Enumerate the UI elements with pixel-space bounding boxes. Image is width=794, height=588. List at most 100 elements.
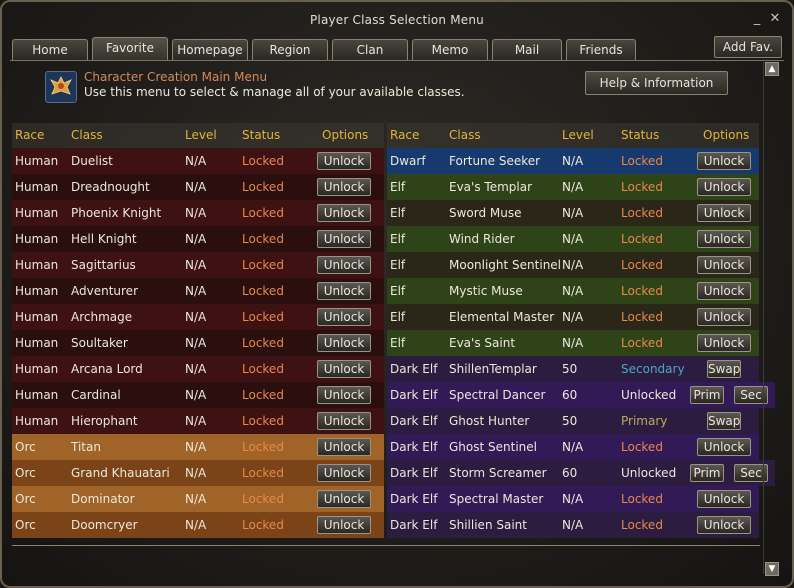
cell-status: Locked (621, 284, 663, 298)
table-row: Human Cardinal N/A Locked Unlock (12, 382, 384, 408)
cell-class: Soultaker (71, 336, 128, 350)
unlock-button[interactable]: Unlock (317, 152, 371, 170)
unlock-button[interactable]: Unlock (697, 256, 751, 274)
cell-status: Locked (621, 440, 663, 454)
cell-level: 60 (562, 466, 578, 480)
table-row: Dark Elf Shillien Saint N/A Locked Unlock (387, 512, 759, 538)
tab-mail[interactable]: Mail (492, 39, 562, 60)
cell-race: Elf (390, 336, 406, 350)
cell-status: Locked (242, 440, 284, 454)
tab-homepage[interactable]: Homepage (172, 39, 248, 60)
cell-race: Human (15, 388, 59, 402)
unlock-button[interactable]: Unlock (317, 230, 371, 248)
cell-level: N/A (562, 518, 584, 532)
player-class-selection-window: Player Class Selection Menu _ ✕ Home Fav… (0, 0, 794, 588)
unlock-button[interactable]: Unlock (317, 334, 371, 352)
help-information-button[interactable]: Help & Information (585, 71, 728, 95)
cell-status: Unlocked (621, 466, 677, 480)
cell-race: Orc (15, 518, 36, 532)
unlock-button[interactable]: Unlock (697, 230, 751, 248)
cell-level: 50 (562, 362, 578, 376)
unlock-button[interactable]: Unlock (317, 412, 371, 430)
table-row: Dark Elf Storm Screamer 60 Unlocked Prim Sec (387, 460, 775, 486)
cell-status: Locked (242, 310, 284, 324)
unlock-button[interactable]: Unlock (697, 334, 751, 352)
prim-button[interactable]: Prim (690, 386, 724, 404)
cell-class: Storm Screamer (449, 466, 547, 480)
tab-bar: Home Favorite Homepage Region Clan Memo … (12, 37, 636, 61)
title-bar[interactable]: Player Class Selection Menu _ ✕ (2, 2, 792, 38)
cell-race: Dark Elf (390, 414, 438, 428)
table-row: Orc Titan N/A Locked Unlock (12, 434, 384, 460)
cell-class: Phoenix Knight (71, 206, 162, 220)
scrollbar-track[interactable] (763, 62, 764, 574)
tab-home[interactable]: Home (12, 39, 88, 60)
unlock-button[interactable]: Unlock (317, 490, 371, 508)
window-title: Player Class Selection Menu (309, 13, 484, 27)
bottom-divider (12, 545, 760, 546)
cell-race: Human (15, 310, 59, 324)
tab-favorite[interactable]: Favorite (92, 37, 168, 60)
header-race: Race (390, 128, 420, 142)
cell-race: Human (15, 258, 59, 272)
cell-race: Elf (390, 206, 406, 220)
cell-class: Adventurer (71, 284, 139, 298)
right-class-table: Race Class Level Status Options Dwarf For… (387, 123, 775, 538)
unlock-button[interactable]: Unlock (697, 204, 751, 222)
table-row: Human Phoenix Knight N/A Locked Unlock (12, 200, 384, 226)
table-row: Dwarf Fortune Seeker N/A Locked Unlock (387, 148, 759, 174)
unlock-button[interactable]: Unlock (317, 386, 371, 404)
cell-status: Primary (621, 414, 668, 428)
cell-level: N/A (562, 284, 584, 298)
cell-class: Hierophant (71, 414, 138, 428)
cell-race: Human (15, 154, 59, 168)
swap-button[interactable]: Swap (707, 360, 741, 378)
scroll-up-icon[interactable]: ▲ (765, 62, 779, 76)
cell-status: Locked (242, 414, 284, 428)
cell-class: Doomcryer (71, 518, 138, 532)
minimize-icon[interactable]: _ (750, 12, 764, 26)
unlock-button[interactable]: Unlock (697, 438, 751, 456)
unlock-button[interactable]: Unlock (317, 178, 371, 196)
table-row: Elf Mystic Muse N/A Locked Unlock (387, 278, 759, 304)
unlock-button[interactable]: Unlock (697, 152, 751, 170)
unlock-button[interactable]: Unlock (317, 282, 371, 300)
tab-friends[interactable]: Friends (566, 39, 636, 60)
header-level: Level (562, 128, 594, 142)
scroll-down-icon[interactable]: ▼ (765, 562, 779, 576)
unlock-button[interactable]: Unlock (317, 516, 371, 534)
tab-region[interactable]: Region (252, 39, 328, 60)
cell-status: Locked (621, 310, 663, 324)
cell-race: Human (15, 180, 59, 194)
cell-class: Duelist (71, 154, 113, 168)
add-favorite-button[interactable]: Add Fav. (714, 36, 782, 58)
unlock-button[interactable]: Unlock (697, 516, 751, 534)
cell-level: N/A (562, 154, 584, 168)
unlock-button[interactable]: Unlock (697, 282, 751, 300)
unlock-button[interactable]: Unlock (697, 308, 751, 326)
unlock-button[interactable]: Unlock (317, 464, 371, 482)
prim-button[interactable]: Prim (690, 464, 724, 482)
cell-race: Dark Elf (390, 492, 438, 506)
table-header: Race Class Level Status Options (12, 123, 384, 148)
unlock-button[interactable]: Unlock (317, 256, 371, 274)
tab-memo[interactable]: Memo (412, 39, 488, 60)
cell-level: 50 (562, 414, 578, 428)
table-row: Human Hell Knight N/A Locked Unlock (12, 226, 384, 252)
close-icon[interactable]: ✕ (768, 12, 782, 26)
unlock-button[interactable]: Unlock (697, 490, 751, 508)
table-row: Elf Wind Rider N/A Locked Unlock (387, 226, 759, 252)
cell-race: Human (15, 414, 59, 428)
unlock-button[interactable]: Unlock (697, 178, 751, 196)
table-row: Human Dreadnought N/A Locked Unlock (12, 174, 384, 200)
table-row: Dark Elf ShillenTemplar 50 Secondary Swap (387, 356, 759, 382)
cell-status: Locked (242, 362, 284, 376)
cell-race: Elf (390, 310, 406, 324)
swap-button[interactable]: Swap (707, 412, 741, 430)
cell-race: Elf (390, 180, 406, 194)
tab-clan[interactable]: Clan (332, 39, 408, 60)
unlock-button[interactable]: Unlock (317, 438, 371, 456)
unlock-button[interactable]: Unlock (317, 204, 371, 222)
unlock-button[interactable]: Unlock (317, 308, 371, 326)
unlock-button[interactable]: Unlock (317, 360, 371, 378)
